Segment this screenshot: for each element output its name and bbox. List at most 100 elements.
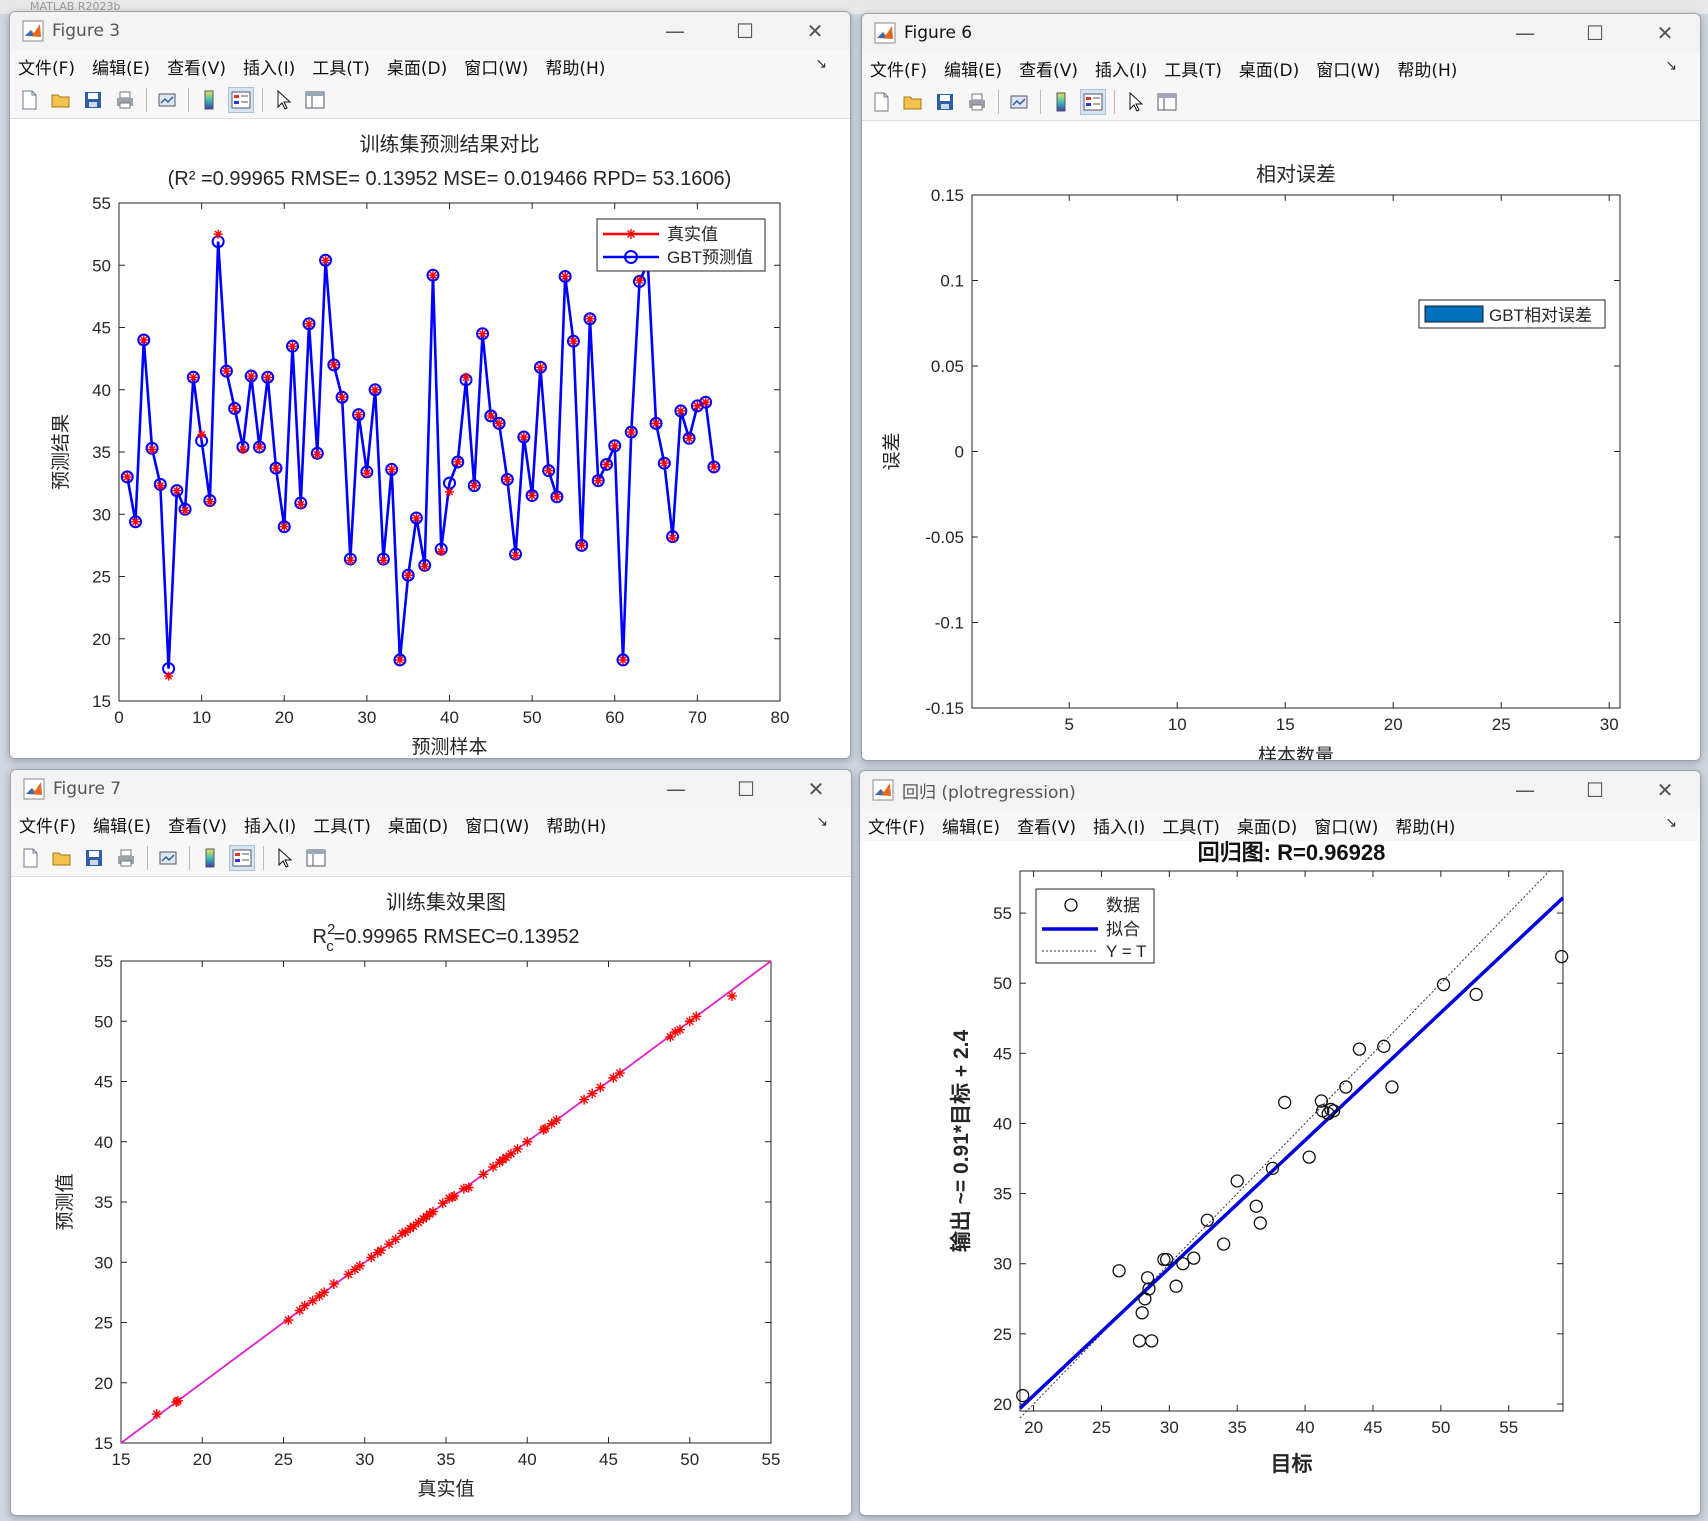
menu-desktop[interactable]: 桌面(D)	[1239, 56, 1299, 81]
data-point-star	[288, 341, 298, 351]
colorbar-icon[interactable]	[196, 87, 222, 113]
property-inspector-icon[interactable]	[303, 845, 329, 871]
open-icon[interactable]	[900, 89, 926, 115]
print-icon[interactable]	[964, 89, 990, 115]
new-figure-icon[interactable]	[868, 89, 894, 115]
menu-file[interactable]: 文件(F)	[18, 54, 75, 79]
figure-7-window[interactable]: Figure 7 — ☐ ✕ 文件(F) 编辑(E) 查看(V) 插入(I) 工…	[10, 769, 852, 1516]
menu-desktop[interactable]: 桌面(D)	[387, 54, 447, 79]
link-plot-icon[interactable]	[1006, 89, 1032, 115]
regression-window[interactable]: 回归 (plotregression) — ☐ ✕ 文件(F) 编辑(E) 查看…	[859, 770, 1701, 1516]
plot-area: 回归图: R=0.96928 20 25 30 35 40 45 50 55 20 25 30 35 40…	[860, 841, 1700, 1514]
legend-label: Y = T	[1106, 942, 1146, 961]
figure-3-window[interactable]: Figure 3 — ☐ ✕ 文件(F) 编辑(E) 查看(V) 插入(I) 工…	[9, 11, 851, 759]
data-point-star	[197, 430, 207, 440]
menu-help[interactable]: 帮助(H)	[1395, 813, 1455, 838]
menu-window[interactable]: 窗口(W)	[1316, 56, 1380, 81]
menu-file[interactable]: 文件(F)	[19, 812, 76, 837]
menu-tools[interactable]: 工具(T)	[313, 812, 371, 837]
y-tick-label: 20	[94, 1374, 113, 1393]
title-bar[interactable]: Figure 7 — ☐ ✕	[11, 770, 851, 808]
maximize-button[interactable]: ☐	[1560, 771, 1630, 809]
dock-arrow-icon[interactable]: ↘	[1665, 58, 1677, 74]
close-button[interactable]: ✕	[1630, 771, 1700, 809]
open-icon[interactable]	[48, 87, 74, 113]
menu-edit[interactable]: 编辑(E)	[92, 54, 150, 79]
legend-label: 数据	[1106, 896, 1140, 915]
maximize-button[interactable]: ☐	[710, 12, 780, 50]
pointer-icon[interactable]	[1122, 89, 1148, 115]
pointer-icon[interactable]	[271, 845, 297, 871]
data-point-star	[312, 449, 322, 459]
title-bar[interactable]: Figure 6 — ☐ ✕	[862, 14, 1700, 52]
menu-help[interactable]: 帮助(H)	[546, 812, 606, 837]
menu-edit[interactable]: 编辑(E)	[942, 813, 1000, 838]
dock-arrow-icon[interactable]: ↘	[815, 56, 827, 72]
save-icon[interactable]	[80, 87, 106, 113]
menu-file[interactable]: 文件(F)	[870, 56, 927, 81]
save-icon[interactable]	[81, 845, 107, 871]
x-tick-label: 15	[112, 1450, 131, 1469]
close-button[interactable]: ✕	[1630, 14, 1700, 52]
new-figure-icon[interactable]	[16, 87, 42, 113]
pointer-icon[interactable]	[270, 87, 296, 113]
maximize-button[interactable]: ☐	[1560, 14, 1630, 52]
dock-arrow-icon[interactable]: ↘	[1665, 815, 1677, 831]
close-button[interactable]: ✕	[780, 12, 850, 50]
link-plot-icon[interactable]	[155, 845, 181, 871]
legend-icon[interactable]	[229, 845, 255, 871]
menu-view[interactable]: 查看(V)	[1017, 813, 1076, 838]
toolbar-separator	[263, 846, 264, 870]
dock-arrow-icon[interactable]: ↘	[816, 814, 828, 830]
menu-view[interactable]: 查看(V)	[168, 812, 227, 837]
menu-window[interactable]: 窗口(W)	[465, 812, 529, 837]
property-inspector-icon[interactable]	[1154, 89, 1180, 115]
title-bar[interactable]: Figure 3 — ☐ ✕	[10, 12, 850, 50]
menu-insert[interactable]: 插入(I)	[244, 812, 296, 837]
colorbar-icon[interactable]	[1048, 89, 1074, 115]
link-plot-icon[interactable]	[154, 87, 180, 113]
menu-view[interactable]: 查看(V)	[167, 54, 226, 79]
maximize-button[interactable]: ☐	[711, 770, 781, 808]
menu-tools[interactable]: 工具(T)	[1164, 56, 1222, 81]
y-tick-label: 45	[92, 319, 111, 338]
minimize-button[interactable]: —	[640, 12, 710, 50]
menu-desktop[interactable]: 桌面(D)	[1237, 813, 1297, 838]
menu-edit[interactable]: 编辑(E)	[944, 56, 1002, 81]
legend-icon[interactable]	[1080, 89, 1106, 115]
minimize-button[interactable]: —	[1490, 771, 1560, 809]
data-point-star	[651, 418, 661, 428]
menu-desktop[interactable]: 桌面(D)	[388, 812, 448, 837]
menu-edit[interactable]: 编辑(E)	[93, 812, 151, 837]
title-bar[interactable]: 回归 (plotregression) — ☐ ✕	[860, 771, 1700, 809]
figure-6-window[interactable]: Figure 6 — ☐ ✕ 文件(F) 编辑(E) 查看(V) 插入(I) 工…	[861, 13, 1701, 761]
colorbar-icon[interactable]	[197, 845, 223, 871]
print-icon[interactable]	[112, 87, 138, 113]
legend-icon[interactable]	[228, 87, 254, 113]
menu-insert[interactable]: 插入(I)	[243, 54, 295, 79]
menu-window[interactable]: 窗口(W)	[1314, 813, 1378, 838]
menu-help[interactable]: 帮助(H)	[545, 54, 605, 79]
toolbar-separator	[1114, 90, 1115, 114]
menu-insert[interactable]: 插入(I)	[1095, 56, 1147, 81]
menu-bar: 文件(F) 编辑(E) 查看(V) 插入(I) 工具(T) 桌面(D) 窗口(W…	[11, 808, 851, 840]
menu-insert[interactable]: 插入(I)	[1093, 813, 1145, 838]
data-point-star	[610, 441, 620, 451]
menu-window[interactable]: 窗口(W)	[464, 54, 528, 79]
property-inspector-icon[interactable]	[302, 87, 328, 113]
menu-tools[interactable]: 工具(T)	[1162, 813, 1220, 838]
save-icon[interactable]	[932, 89, 958, 115]
menu-view[interactable]: 查看(V)	[1019, 56, 1078, 81]
data-point-star	[238, 445, 248, 455]
menu-help[interactable]: 帮助(H)	[1397, 56, 1457, 81]
y-tick-label: 50	[92, 256, 111, 275]
open-icon[interactable]	[49, 845, 75, 871]
menu-file[interactable]: 文件(F)	[868, 813, 925, 838]
minimize-button[interactable]: —	[641, 770, 711, 808]
close-button[interactable]: ✕	[781, 770, 851, 808]
chart-title: 训练集效果图	[386, 891, 506, 914]
menu-tools[interactable]: 工具(T)	[312, 54, 370, 79]
print-icon[interactable]	[113, 845, 139, 871]
minimize-button[interactable]: —	[1490, 14, 1560, 52]
new-figure-icon[interactable]	[17, 845, 43, 871]
